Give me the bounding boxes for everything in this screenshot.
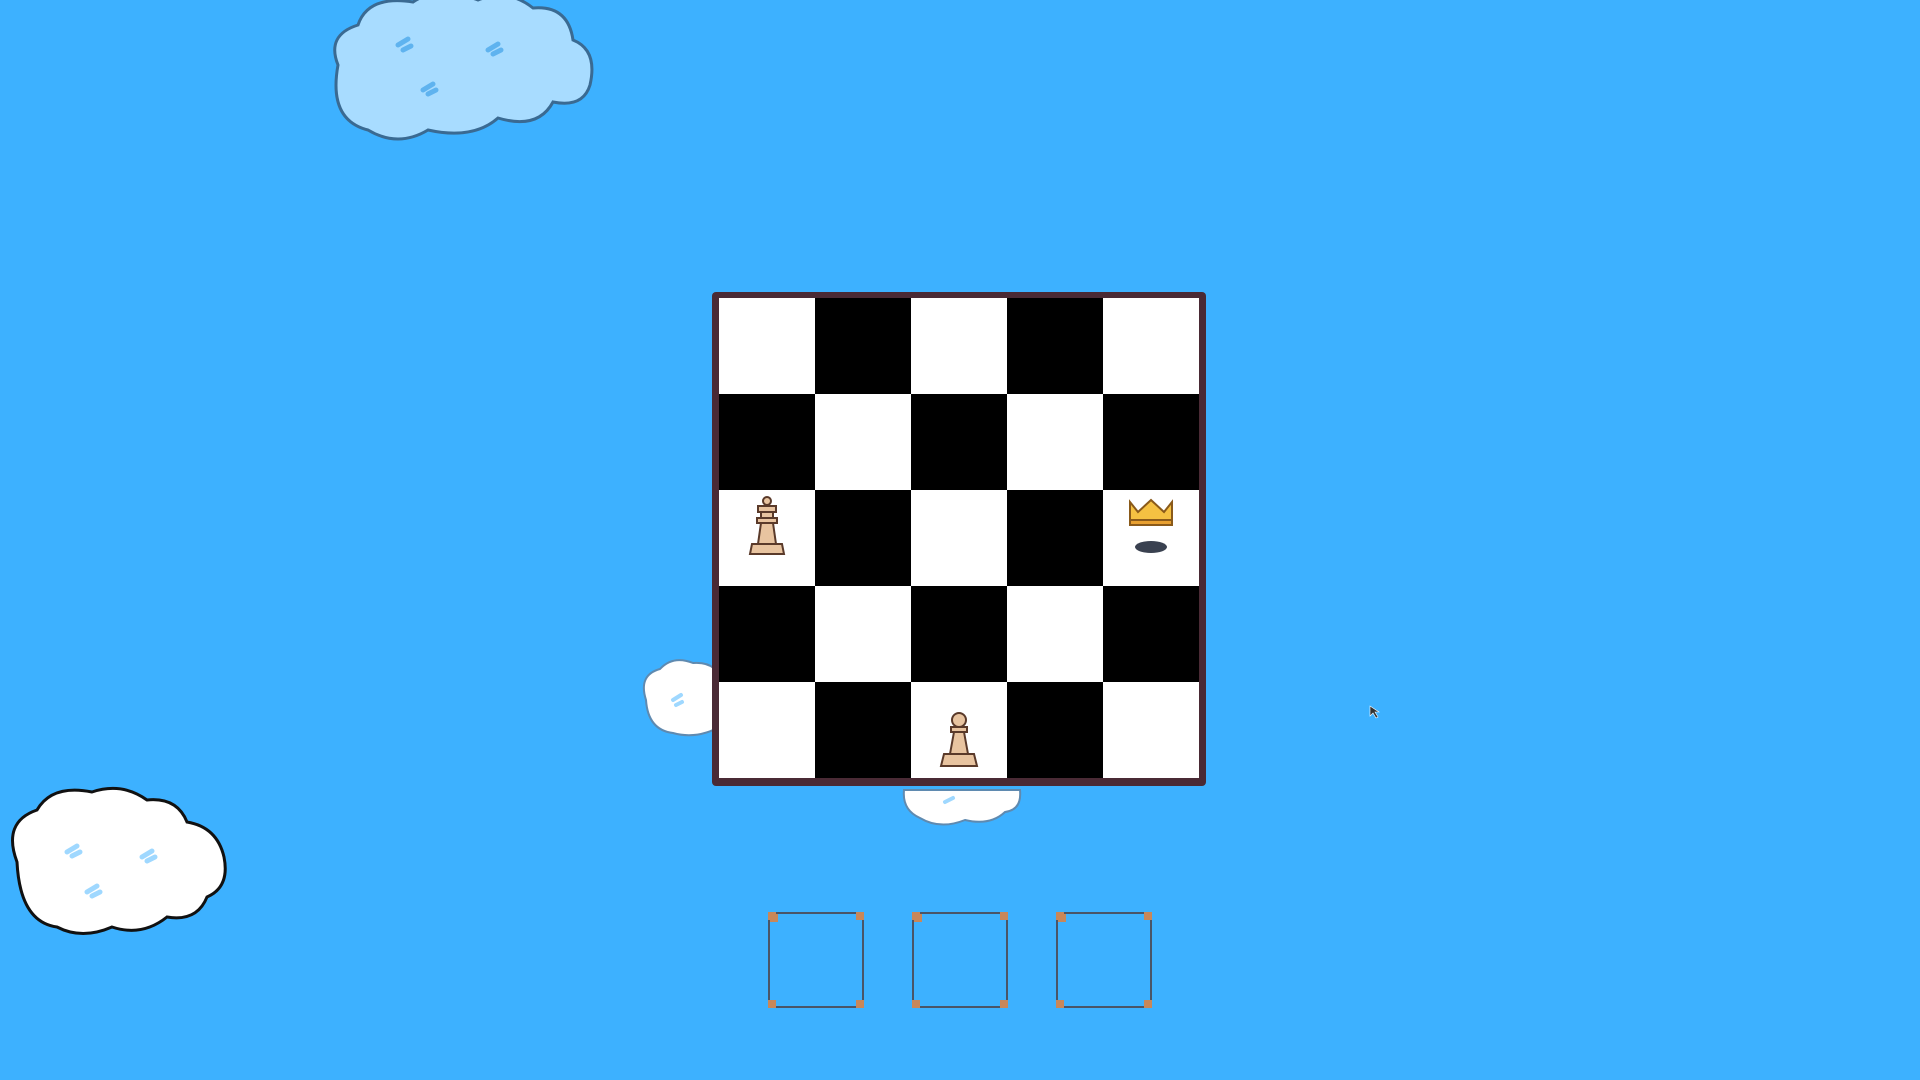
board-square-r2c5[interactable]: [1103, 394, 1199, 490]
board-square-r2c4[interactable]: [1007, 394, 1103, 490]
board-square-r3c2[interactable]: [815, 490, 911, 586]
board-square-r5c1[interactable]: [719, 682, 815, 778]
board-grid: [719, 298, 1199, 778]
cloud-top: [333, 0, 594, 141]
cloud-left: [11, 786, 227, 935]
board-square-r4c3[interactable]: [911, 586, 1007, 682]
board-square-r1c2[interactable]: [815, 298, 911, 394]
board-square-r1c5[interactable]: [1103, 298, 1199, 394]
inventory-slot-3[interactable]: [1056, 912, 1152, 1008]
board-square-r5c4[interactable]: [1007, 682, 1103, 778]
board-square-r4c1[interactable]: [719, 586, 815, 682]
board-square-r2c1[interactable]: [719, 394, 815, 490]
game-scene: [0, 0, 1920, 1080]
queen-piece-icon[interactable]: [719, 490, 815, 586]
board-square-r3c1[interactable]: [719, 490, 815, 586]
board-square-r5c5[interactable]: [1103, 682, 1199, 778]
board-square-r1c3[interactable]: [911, 298, 1007, 394]
board-square-r5c2[interactable]: [815, 682, 911, 778]
board-square-r4c4[interactable]: [1007, 586, 1103, 682]
board-square-r3c3[interactable]: [911, 490, 1007, 586]
crown-icon: [1129, 498, 1173, 553]
inventory-slot-2[interactable]: [912, 912, 1008, 1008]
board-square-r2c3[interactable]: [911, 394, 1007, 490]
inventory-slot-1[interactable]: [768, 912, 864, 1008]
chess-board: [712, 292, 1206, 786]
board-square-r1c1[interactable]: [719, 298, 815, 394]
mouse-cursor-icon: [1369, 705, 1380, 719]
board-square-r1c4[interactable]: [1007, 298, 1103, 394]
board-square-r4c5[interactable]: [1103, 586, 1199, 682]
pawn-piece-icon[interactable]: [911, 682, 1007, 778]
board-square-r3c5[interactable]: [1103, 490, 1199, 586]
board-square-r4c2[interactable]: [815, 586, 911, 682]
board-square-r2c2[interactable]: [815, 394, 911, 490]
board-square-r5c3[interactable]: [911, 682, 1007, 778]
board-square-r3c4[interactable]: [1007, 490, 1103, 586]
